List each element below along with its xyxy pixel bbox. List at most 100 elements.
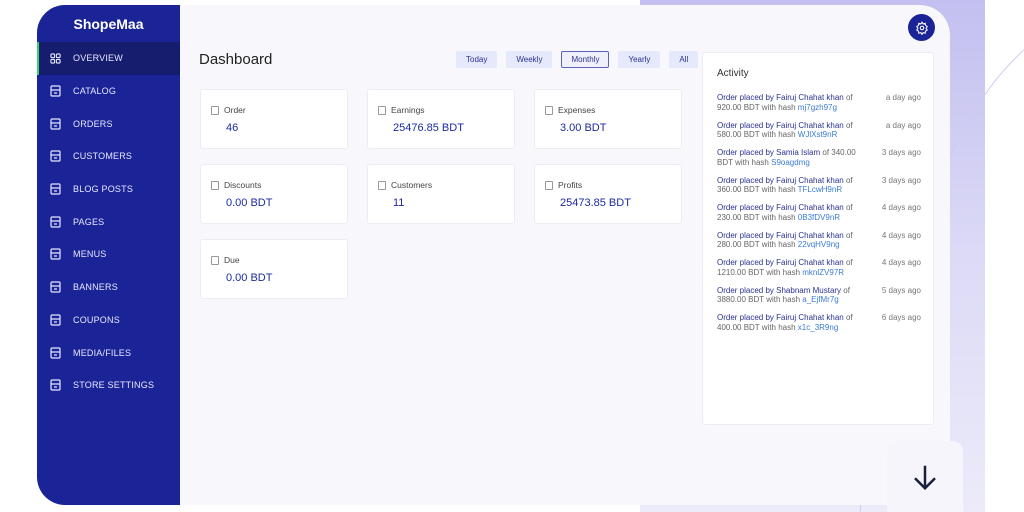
stat-value: 25476.85 BDT <box>393 122 464 134</box>
activity-time: 3 days ago <box>881 148 921 157</box>
activity-customer-link[interactable]: Order placed by Fairuj Chahat khan <box>717 93 844 102</box>
gear-icon <box>49 379 61 391</box>
stat-card-discounts: Discounts 0.00 BDT <box>200 164 348 224</box>
settings-button[interactable] <box>908 14 935 41</box>
sidebar-item-label: STORE SETTINGS <box>73 380 155 391</box>
activity-time: 4 days ago <box>881 258 921 267</box>
stat-value: 46 <box>226 122 239 134</box>
activity-hash-link[interactable]: WJlXst9nR <box>798 130 838 139</box>
activity-customer-link[interactable]: Order placed by Fairuj Chahat khan <box>717 258 844 267</box>
sidebar-item-coupons[interactable]: COUPONS <box>37 304 180 337</box>
filter-monthly[interactable]: Monthly <box>561 51 610 68</box>
discounts-icon <box>211 180 219 190</box>
expenses-icon <box>545 105 553 115</box>
sidebar-item-banners[interactable]: BANNERS <box>37 271 180 304</box>
sidebar-item-menus[interactable]: MENUS <box>37 238 180 271</box>
activity-item: Order placed by Fairuj Chahat khan of 23… <box>717 203 921 222</box>
doc-icon <box>49 216 61 228</box>
sidebar-item-label: BLOG POSTS <box>73 184 134 195</box>
sidebar-item-orders[interactable]: ORDERS <box>37 107 180 140</box>
stat-label: Earnings <box>391 105 425 115</box>
activity-time: a day ago <box>885 93 921 102</box>
gear-icon <box>915 20 928 35</box>
stat-value: 25473.85 BDT <box>560 197 631 209</box>
sidebar-item-label: OVERVIEW <box>73 53 123 64</box>
activity-hash-link[interactable]: TFLcwH9nR <box>798 185 842 194</box>
sidebar-item-label: PAGES <box>73 216 105 227</box>
activity-hash-link[interactable]: 0B3fDV9nR <box>798 213 840 222</box>
activity-time: 6 days ago <box>881 313 921 322</box>
earnings-icon <box>378 105 386 115</box>
activity-item: Order placed by Fairuj Chahat khan of 58… <box>717 121 921 140</box>
catalog-icon <box>49 85 61 97</box>
activity-customer-link[interactable]: Order placed by Fairuj Chahat khan <box>717 313 844 322</box>
tag-icon <box>49 314 61 326</box>
sidebar-item-blog-posts[interactable]: BLOG POSTS <box>37 173 180 206</box>
user-icon <box>49 150 61 163</box>
page-title: Dashboard <box>199 51 273 68</box>
activity-item: Order placed by Fairuj Chahat khan of 28… <box>717 231 921 250</box>
sidebar-item-label: COUPONS <box>73 314 120 325</box>
activity-time: 4 days ago <box>881 230 921 240</box>
due-icon <box>211 255 219 265</box>
activity-item: Order placed by Shabnam Mustary of 3880.… <box>717 286 921 305</box>
order-icon <box>211 105 219 115</box>
stat-card-order: Order 46 <box>200 89 348 149</box>
sidebar-item-pages[interactable]: PAGES <box>37 205 180 238</box>
stat-label: Expenses <box>558 105 596 115</box>
activity-item: Order placed by Fairuj Chahat khan of 92… <box>717 93 921 112</box>
activity-hash-link[interactable]: S9oagdmg <box>771 158 810 167</box>
activity-hash-link[interactable]: a_EjfMr7g <box>802 295 838 304</box>
stat-label: Profits <box>558 180 583 190</box>
activity-customer-link[interactable]: Order placed by Shabnam Mustary <box>717 286 841 295</box>
sidebar-nav: OVERVIEW CATALOG ORDERS CUSTOMERS BLOG POSTS… <box>37 42 180 402</box>
stat-card-expenses: Expenses 3.00 BDT <box>534 89 682 149</box>
activity-customer-link[interactable]: Order placed by Fairuj Chahat khan <box>717 121 844 130</box>
doc-icon <box>49 248 61 261</box>
cart-icon <box>49 118 61 130</box>
stat-card-customers: Customers 11 <box>367 164 515 224</box>
stat-label: Order <box>224 105 246 115</box>
upload-icon <box>49 346 61 359</box>
filter-weekly[interactable]: Weekly <box>506 51 553 68</box>
doc-icon <box>49 183 61 195</box>
sidebar-item-store-settings[interactable]: STORE SETTINGS <box>37 369 180 402</box>
activity-customer-link[interactable]: Order placed by Samia Islam <box>717 148 820 157</box>
activity-hash-link[interactable]: mknlZV97R <box>802 268 844 277</box>
activity-customer-link[interactable]: Order placed by Fairuj Chahat khan <box>717 231 844 240</box>
scroll-down-button[interactable] <box>887 441 963 512</box>
sidebar-item-catalog[interactable]: CATALOG <box>37 75 180 108</box>
stat-label: Due <box>224 255 240 265</box>
grid-icon <box>49 52 61 64</box>
activity-hash-link[interactable]: x1c_3R9ng <box>798 323 838 332</box>
activity-hash-link[interactable]: mj7gzh97g <box>798 103 837 112</box>
customers-icon <box>378 180 386 190</box>
stat-value: 0.00 BDT <box>226 197 273 209</box>
sidebar-item-label: ORDERS <box>73 118 113 129</box>
activity-customer-link[interactable]: Order placed by Fairuj Chahat khan <box>717 176 844 185</box>
activity-list: Order placed by Fairuj Chahat khan of 92… <box>717 93 921 341</box>
stat-value: 0.00 BDT <box>226 272 273 284</box>
activity-item: Order placed by Fairuj Chahat khan of 36… <box>717 176 921 195</box>
filter-yearly[interactable]: Yearly <box>618 51 661 68</box>
activity-time: 3 days ago <box>881 175 921 185</box>
stat-card-due: Due 0.00 BDT <box>200 239 348 299</box>
activity-hash-link[interactable]: 22vqHV9ng <box>798 240 840 249</box>
activity-time: 4 days ago <box>881 203 921 212</box>
activity-time: 5 days ago <box>881 285 921 295</box>
filter-today[interactable]: Today <box>456 51 498 68</box>
sidebar-item-overview[interactable]: OVERVIEW <box>37 42 180 75</box>
stat-value: 3.00 BDT <box>560 122 607 134</box>
activity-panel: Activity Order placed by Fairuj Chahat k… <box>702 52 934 425</box>
arrow-down-icon <box>914 465 936 490</box>
stat-label: Customers <box>391 180 433 190</box>
activity-customer-link[interactable]: Order placed by Fairuj Chahat khan <box>717 203 844 212</box>
app-window: ShopeMaa OVERVIEW CATALOG ORDERS CUSTOMERS B… <box>37 5 950 505</box>
doc-icon <box>49 281 61 293</box>
brand-logo: ShopeMaa <box>73 16 144 32</box>
sidebar-item-customers[interactable]: CUSTOMERS <box>37 140 180 173</box>
filter-all[interactable]: All <box>669 51 699 68</box>
activity-item: Order placed by Fairuj Chahat khan of 12… <box>717 258 921 277</box>
sidebar-item-label: MENUS <box>73 249 107 260</box>
sidebar-item-media-files[interactable]: MEDIA/FILES <box>37 336 180 369</box>
